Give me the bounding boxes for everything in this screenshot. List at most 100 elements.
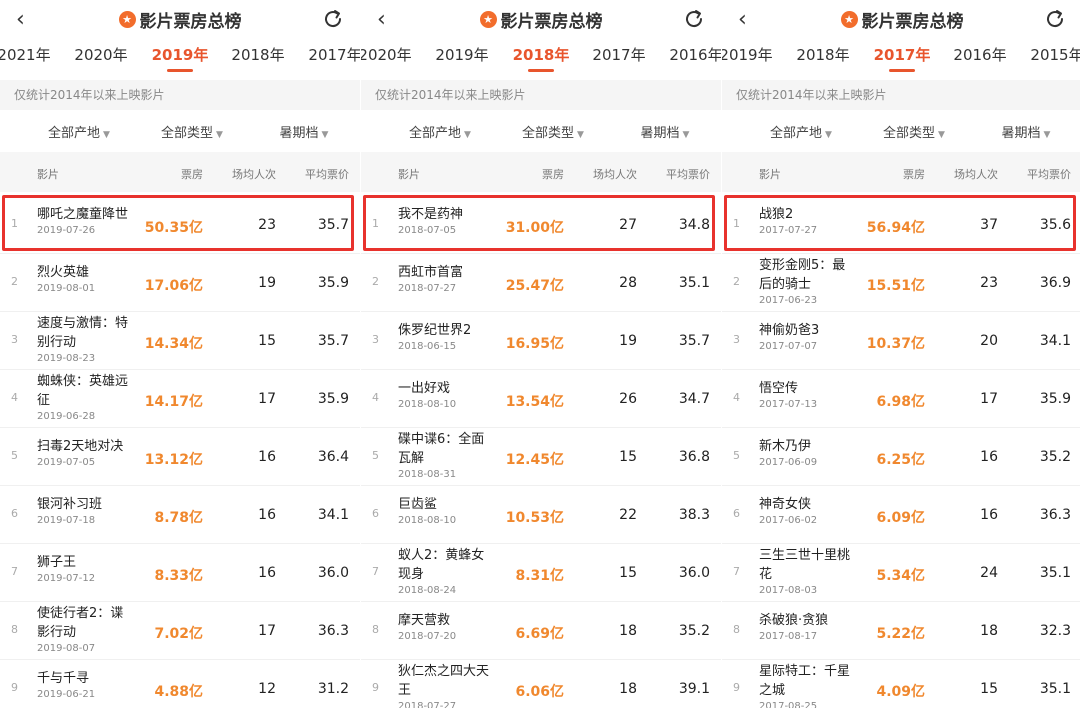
- table-row[interactable]: 5 扫毒2天地对决 2019-07-05 13.12亿 16 36.4: [0, 428, 360, 486]
- avg-ticket-price: 39.1: [678, 681, 710, 697]
- table-row[interactable]: 4 蜘蛛侠：英雄远征 2019-06-28 14.17亿 17 35.9: [0, 370, 360, 428]
- box-office-value: 5.22亿: [876, 626, 925, 642]
- tab-year[interactable]: 2015年: [1030, 44, 1080, 65]
- tab-year[interactable]: 2018年: [796, 44, 849, 65]
- table-row[interactable]: 6 巨齿鲨 2018-08-10 10.53亿 22 38.3: [361, 486, 721, 544]
- tab-year[interactable]: 2019年: [722, 44, 773, 65]
- movie-title: 扫毒2天地对决: [37, 439, 124, 454]
- table-row[interactable]: 6 神奇女侠 2017-06-02 6.09亿 16 36.3: [722, 486, 1080, 544]
- filter-dropdown[interactable]: 暑期档 ▼: [280, 122, 329, 141]
- filter-dropdown[interactable]: 全部类型 ▼: [161, 122, 223, 141]
- table-row[interactable]: 4 一出好戏 2018-08-10 13.54亿 26 34.7: [361, 370, 721, 428]
- table-row[interactable]: 2 西虹市首富 2018-07-27 25.47亿 28 35.1: [361, 254, 721, 312]
- release-date: 2017-07-07: [759, 341, 818, 352]
- table-header: 影片 票房 场均人次 平均票价: [722, 152, 1080, 192]
- tab-year[interactable]: 2020年: [361, 44, 412, 65]
- refresh-share-icon[interactable]: [683, 8, 705, 30]
- column-header[interactable]: 票房: [181, 166, 203, 182]
- table-row[interactable]: 5 新木乃伊 2017-06-09 6.25亿 16 35.2: [722, 428, 1080, 486]
- filter-dropdown[interactable]: 全部产地 ▼: [409, 122, 471, 141]
- column-header[interactable]: 影片: [398, 166, 420, 182]
- filter-dropdown[interactable]: 全部类型 ▼: [883, 122, 945, 141]
- rank-number: 8: [733, 623, 740, 636]
- tab-year[interactable]: 2018年: [231, 44, 284, 65]
- column-header[interactable]: 场均人次: [593, 166, 637, 182]
- tab-year[interactable]: 2017年: [592, 44, 645, 65]
- table-row[interactable]: 8 使徒行者2：谍影行动 2019-08-07 7.02亿 17 36.3: [0, 602, 360, 660]
- refresh-share-icon[interactable]: [322, 8, 344, 30]
- tab-year[interactable]: 2017年: [874, 44, 931, 65]
- tab-year[interactable]: 2016年: [953, 44, 1006, 65]
- table-row[interactable]: 6 银河补习班 2019-07-18 8.78亿 16 34.1: [0, 486, 360, 544]
- tab-year[interactable]: 2018年: [513, 44, 570, 65]
- filter-bar: 全部产地 ▼ 全部类型 ▼ 暑期档 ▼: [0, 114, 360, 146]
- movie-title: 一出好戏: [398, 381, 451, 396]
- tab-year[interactable]: 2019年: [152, 44, 209, 65]
- table-row[interactable]: 7 三生三世十里桃花 2017-08-03 5.34亿 24 35.1: [722, 544, 1080, 602]
- table-row[interactable]: 9 星际特工：千星之城 2017-08-25 4.09亿 15 35.1: [722, 660, 1080, 708]
- title-group: ★ 影片票房总榜: [361, 7, 721, 32]
- table-row[interactable]: 8 杀破狼·贪狼 2017-08-17 5.22亿 18 32.3: [722, 602, 1080, 660]
- table-row[interactable]: 3 速度与激情：特别行动 2019-08-23 14.34亿 15 35.7: [0, 312, 360, 370]
- tab-year[interactable]: 2016年: [669, 44, 721, 65]
- filter-dropdown[interactable]: 全部类型 ▼: [522, 122, 584, 141]
- top-rank-highlight: [724, 195, 1076, 251]
- column-header[interactable]: 场均人次: [954, 166, 998, 182]
- filter-dropdown[interactable]: 全部产地 ▼: [48, 122, 110, 141]
- avg-attendance: 17: [980, 391, 998, 407]
- filter-dropdown[interactable]: 暑期档 ▼: [641, 122, 690, 141]
- avg-ticket-price: 36.9: [1039, 275, 1071, 291]
- box-office-value: 13.12亿: [144, 452, 203, 468]
- box-office-value: 10.37亿: [866, 336, 925, 352]
- box-office-value: 6.09亿: [876, 510, 925, 526]
- avg-ticket-price: 35.1: [678, 275, 710, 291]
- avg-attendance: 15: [619, 565, 637, 581]
- movie-title: 西虹市首富: [398, 265, 464, 280]
- movie-title: 神奇女侠: [759, 497, 812, 512]
- caret-down-icon: ▼: [825, 130, 832, 140]
- table-row[interactable]: 7 狮子王 2019-07-12 8.33亿 16 36.0: [0, 544, 360, 602]
- release-date: 2018-07-20: [398, 631, 457, 642]
- movie-title: 摩天营救: [398, 613, 451, 628]
- table-row[interactable]: 8 摩天营救 2018-07-20 6.69亿 18 35.2: [361, 602, 721, 660]
- table-row[interactable]: 3 侏罗纪世界2 2018-06-15 16.95亿 19 35.7: [361, 312, 721, 370]
- filter-label: 全部类型: [883, 126, 936, 141]
- column-header[interactable]: 平均票价: [305, 166, 349, 182]
- table-row[interactable]: 5 碟中谍6：全面瓦解 2018-08-31 12.45亿 15 36.8: [361, 428, 721, 486]
- release-date: 2019-08-01: [37, 283, 96, 294]
- table-row[interactable]: 2 变形金刚5：最后的骑士 2017-06-23 15.51亿 23 36.9: [722, 254, 1080, 312]
- tab-year[interactable]: 2017年: [308, 44, 360, 65]
- refresh-share-icon[interactable]: [1044, 8, 1066, 30]
- table-header: 影片 票房 场均人次 平均票价: [361, 152, 721, 192]
- tab-year[interactable]: 2021年: [0, 44, 51, 65]
- column-header[interactable]: 票房: [903, 166, 925, 182]
- box-office-value: 6.98亿: [876, 394, 925, 410]
- tab-year[interactable]: 2019年: [435, 44, 488, 65]
- avg-attendance: 15: [258, 333, 276, 349]
- avg-ticket-price: 35.2: [1039, 449, 1071, 465]
- column-header[interactable]: 场均人次: [232, 166, 276, 182]
- table-row[interactable]: 3 神偷奶爸3 2017-07-07 10.37亿 20 34.1: [722, 312, 1080, 370]
- release-date: 2017-06-09: [759, 457, 818, 468]
- table-row[interactable]: 4 悟空传 2017-07-13 6.98亿 17 35.9: [722, 370, 1080, 428]
- filter-dropdown[interactable]: 全部产地 ▼: [770, 122, 832, 141]
- avg-attendance: 28: [619, 275, 637, 291]
- column-header[interactable]: 影片: [759, 166, 781, 182]
- avg-attendance: 19: [258, 275, 276, 291]
- avg-attendance: 16: [258, 449, 276, 465]
- avg-attendance: 18: [619, 623, 637, 639]
- table-row[interactable]: 2 烈火英雄 2019-08-01 17.06亿 19 35.9: [0, 254, 360, 312]
- column-header[interactable]: 平均票价: [666, 166, 710, 182]
- table-row[interactable]: 9 千与千寻 2019-06-21 4.88亿 12 31.2: [0, 660, 360, 708]
- column-header[interactable]: 影片: [37, 166, 59, 182]
- tab-year[interactable]: 2020年: [74, 44, 127, 65]
- table-row[interactable]: 9 狄仁杰之四大天王 2018-07-27 6.06亿 18 39.1: [361, 660, 721, 708]
- column-header[interactable]: 票房: [542, 166, 564, 182]
- title-group: ★ 影片票房总榜: [722, 7, 1080, 32]
- release-date: 2019-08-07: [37, 643, 96, 654]
- table-row[interactable]: 7 蚁人2：黄蜂女现身 2018-08-24 8.31亿 15 36.0: [361, 544, 721, 602]
- column-header[interactable]: 平均票价: [1027, 166, 1071, 182]
- filter-dropdown[interactable]: 暑期档 ▼: [1002, 122, 1051, 141]
- box-office-value: 4.88亿: [154, 684, 203, 700]
- movie-title: 星际特工：千星之城: [759, 664, 851, 698]
